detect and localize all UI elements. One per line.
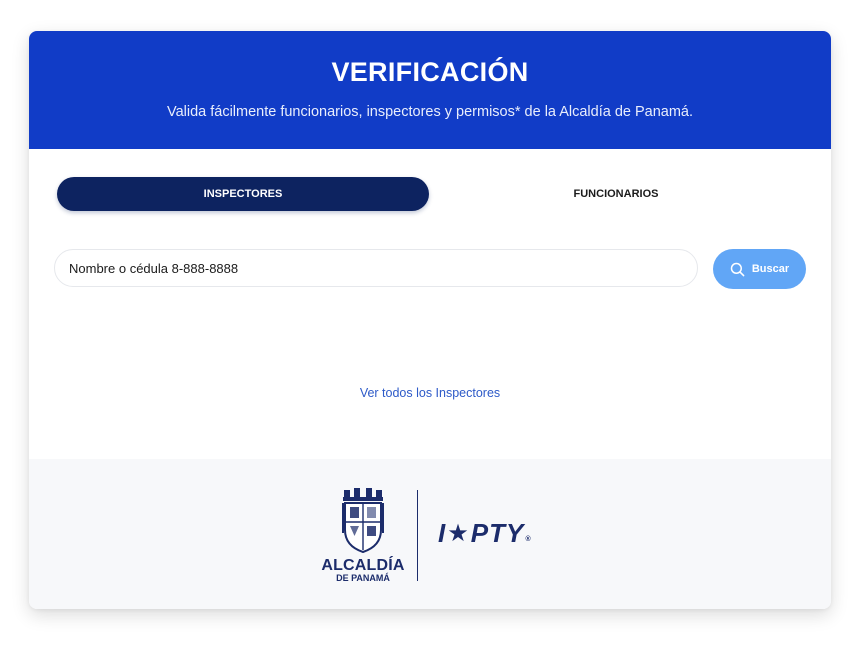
alcaldia-logo-subtext: DE PANAMÁ [336, 573, 390, 583]
i-love-pty-logo: I ★ PTY ® [438, 518, 532, 549]
page-title: VERIFICACIÓN [331, 57, 529, 87]
alcaldia-crest-icon [342, 488, 384, 554]
footer: ALCALDÍA DE PANAMÁ I ★ PTY ® [29, 459, 831, 609]
verification-card: VERIFICACIÓN Valida fácilmente funcionar… [29, 31, 831, 609]
logo-divider [417, 490, 418, 581]
star-icon: ★ [447, 520, 470, 547]
view-all-inspectors-link[interactable]: Ver todos los Inspectores [29, 386, 831, 400]
search-icon [730, 262, 745, 276]
tab-funcionarios[interactable]: FUNCIONARIOS [430, 177, 802, 211]
tab-inspectores[interactable]: INSPECTORES [57, 177, 429, 211]
search-button-label: Buscar [751, 263, 790, 275]
logo-prefix: I [438, 518, 447, 548]
registered-mark: ® [525, 536, 532, 543]
search-input[interactable] [54, 249, 698, 287]
search-button[interactable]: Buscar [713, 249, 806, 289]
page-subtitle: Valida fácilmente funcionarios, inspecto… [166, 104, 694, 120]
header-banner: VERIFICACIÓN Valida fácilmente funcionar… [29, 31, 831, 149]
logo-suffix: PTY [470, 518, 525, 548]
